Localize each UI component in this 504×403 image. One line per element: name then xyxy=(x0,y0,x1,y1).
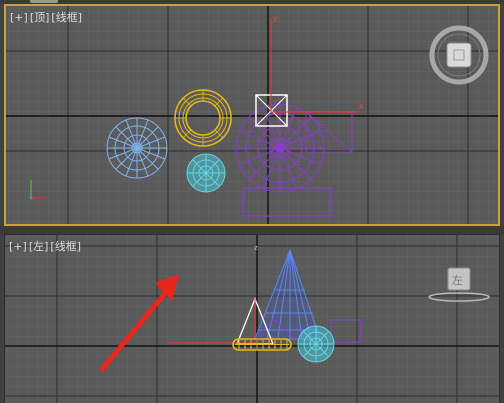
gizmo-y-label: y xyxy=(273,14,278,23)
grid-minor xyxy=(5,235,499,403)
viewport-menu-plus[interactable]: [+] xyxy=(9,240,27,253)
sphere-object[interactable] xyxy=(186,153,226,193)
viewport-label-left[interactable]: [+] [左] [线框] xyxy=(9,238,83,254)
gizmo-x-label: x xyxy=(359,102,364,111)
viewport-menu-plus[interactable]: [+] xyxy=(10,11,28,24)
axis-z-label: z xyxy=(254,244,258,252)
geosphere-object[interactable] xyxy=(106,117,168,179)
viewport-shading-mode[interactable]: [线框] xyxy=(50,240,81,253)
viewport-view-name[interactable]: [顶] xyxy=(30,11,50,24)
viewport-label-top[interactable]: [+] [顶] [线框] xyxy=(10,9,84,25)
strip-tab[interactable] xyxy=(30,0,58,3)
viewport-view-name[interactable]: [左] xyxy=(29,240,49,253)
top-viewport-canvas[interactable]: x y xyxy=(6,6,498,224)
viewport-splitter[interactable] xyxy=(0,226,504,234)
viewport-left[interactable]: [+] [左] [线框] z 左 xyxy=(4,234,500,403)
grid-minor xyxy=(6,6,498,224)
left-viewport-canvas[interactable]: z 左 xyxy=(5,235,499,403)
viewport-top[interactable]: [+] [顶] [线框] x y xyxy=(4,4,500,226)
viewport-shading-mode[interactable]: [线框] xyxy=(51,11,82,24)
view-cube-face-label: 左 xyxy=(452,274,463,287)
max-viewport-area: [+] [顶] [线框] x y [+] [左] [线框] z 左 xyxy=(0,0,504,403)
cone-top-object[interactable] xyxy=(235,103,325,193)
sphere-object[interactable] xyxy=(297,325,335,363)
